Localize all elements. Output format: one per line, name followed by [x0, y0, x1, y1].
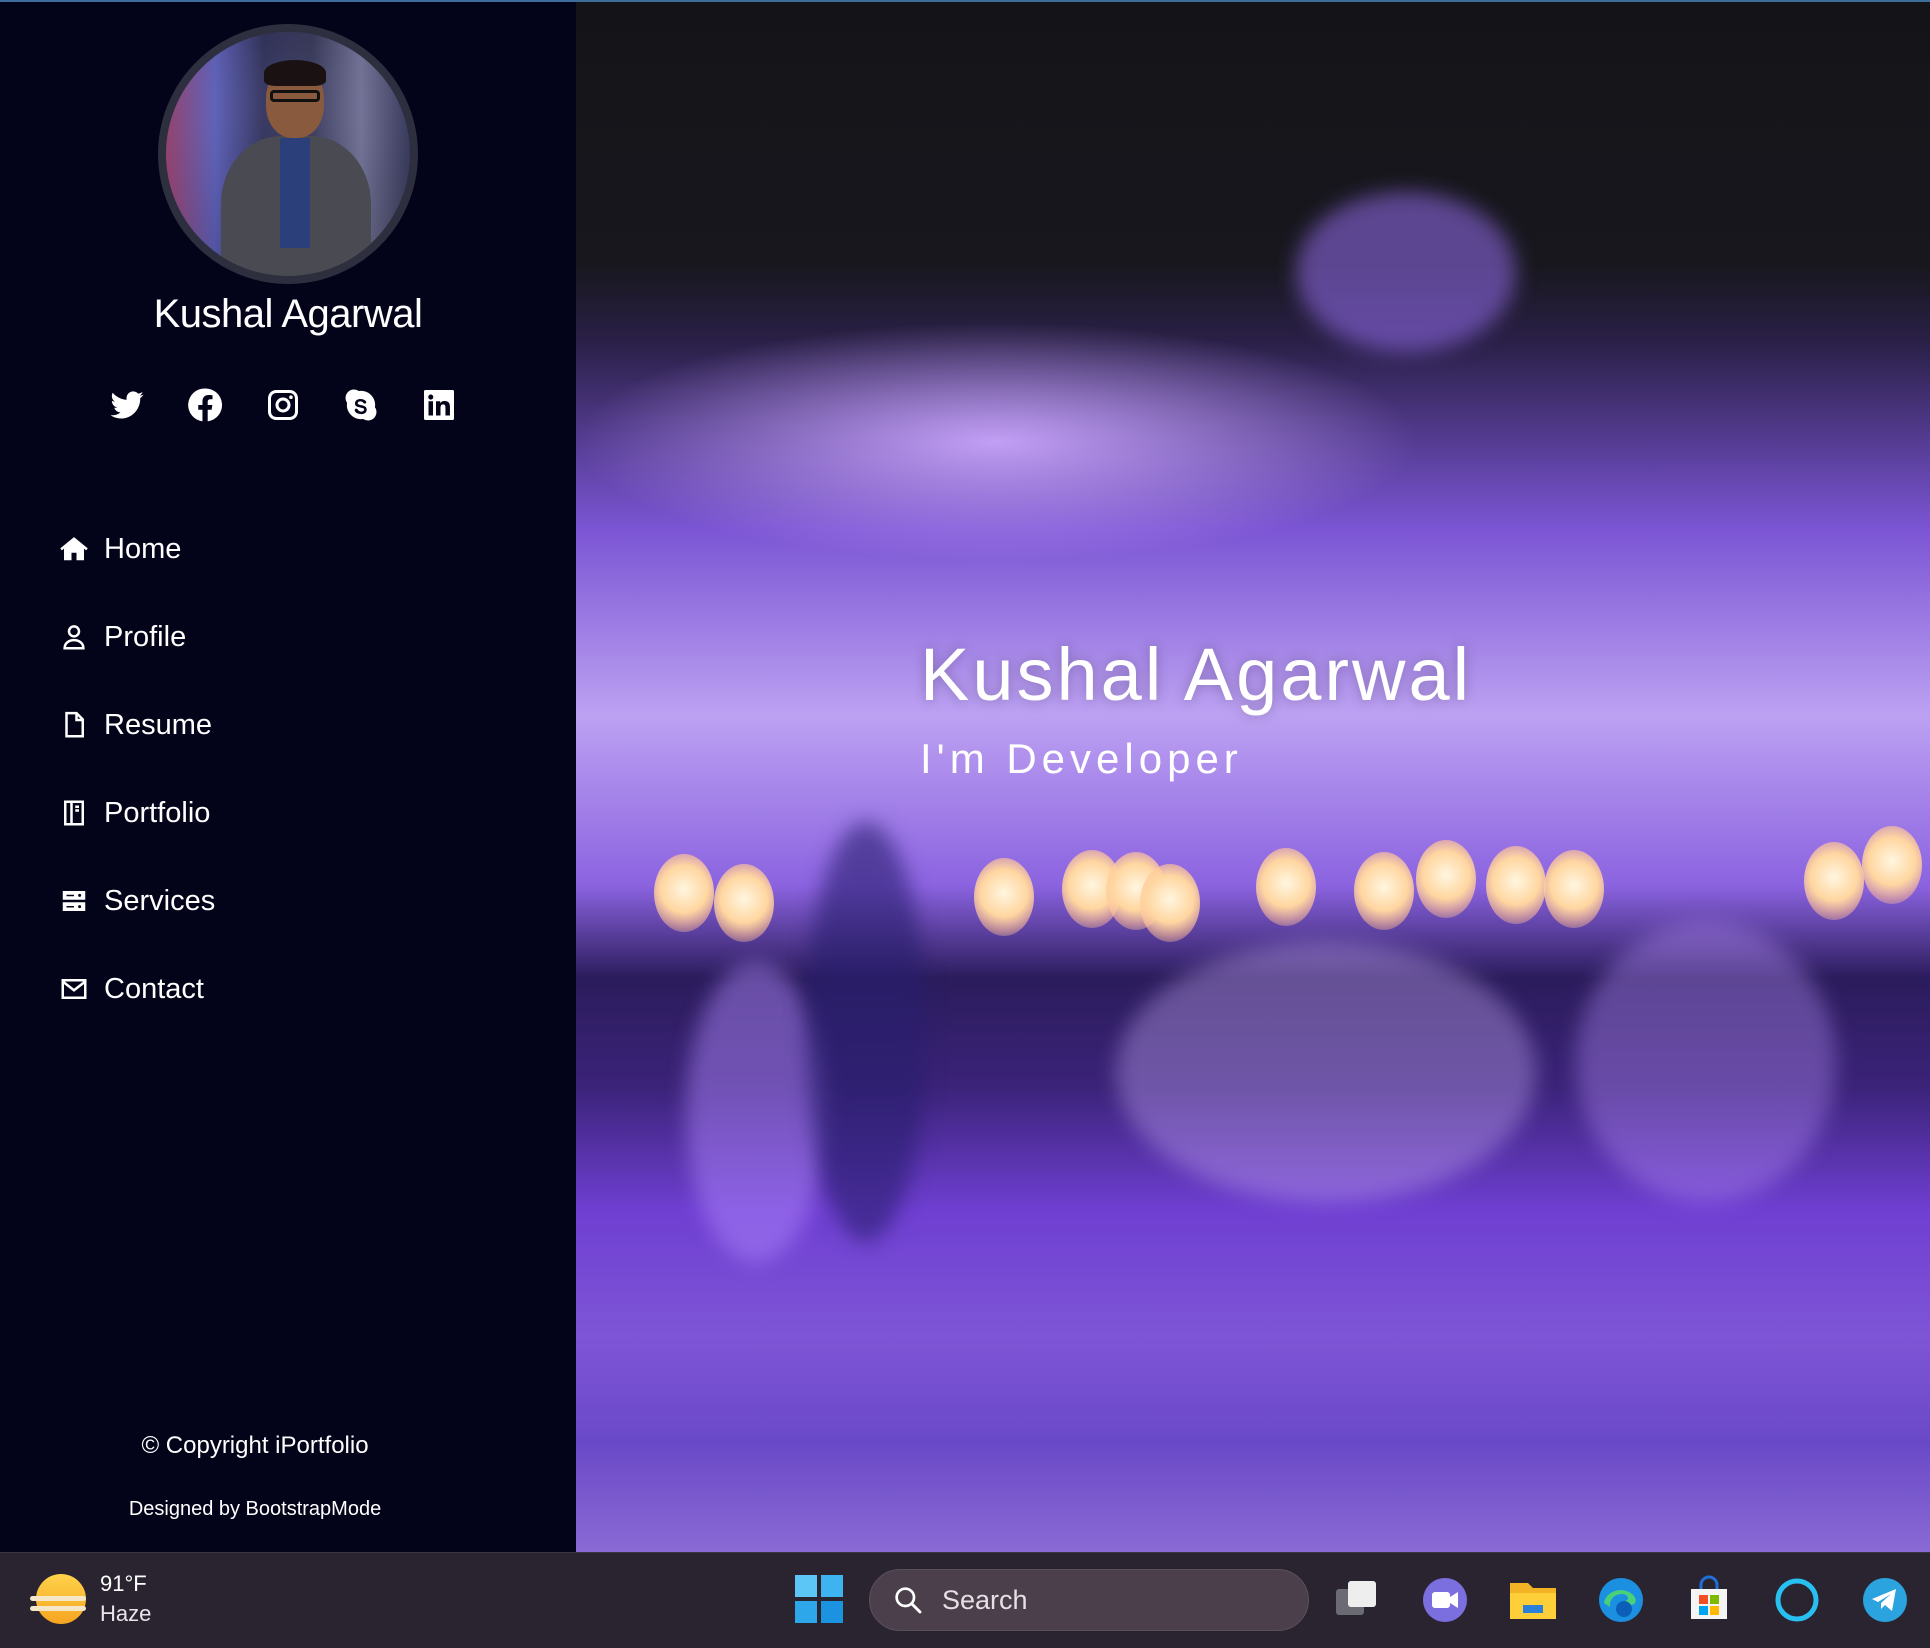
profile-name: Kushal Agarwal [153, 292, 423, 336]
weather-condition: Haze [100, 1601, 152, 1626]
skype-icon[interactable] [342, 386, 380, 424]
facebook-icon[interactable] [186, 386, 224, 424]
edge-icon[interactable] [1594, 1573, 1648, 1627]
avatar [158, 24, 418, 284]
nav-item-contact[interactable]: Contact [56, 945, 215, 1033]
hero-subtitle: I'm Developer [920, 735, 1243, 782]
nav-item-profile[interactable]: Profile [56, 593, 215, 681]
file-explorer-icon[interactable] [1506, 1573, 1560, 1627]
taskbar-search-input[interactable]: Search [869, 1569, 1309, 1631]
bg-blur-crowd [1576, 922, 1836, 1202]
social-links [108, 386, 458, 424]
nav-label: Home [104, 532, 182, 565]
hero-section: Kushal Agarwal I'm Developer [576, 0, 1930, 1552]
user-icon [56, 619, 92, 655]
tent-peak [1296, 192, 1516, 352]
nav-item-home[interactable]: Home [56, 505, 215, 593]
nav-label: Services [104, 884, 216, 917]
search-icon [895, 1587, 922, 1614]
nav-item-services[interactable]: Services [56, 857, 215, 945]
cortana-icon[interactable] [1770, 1573, 1824, 1627]
home-icon [56, 531, 92, 567]
bg-blur-figure [806, 822, 926, 1242]
task-view-icon[interactable] [1330, 1573, 1384, 1627]
haze-icon [30, 1574, 86, 1624]
nav-label: Portfolio [104, 796, 211, 829]
sidebar: Kushal Agarwal Home Profile Resume Portf… [0, 0, 576, 1552]
nav-label: Profile [104, 620, 187, 653]
instagram-icon[interactable] [264, 386, 302, 424]
sidebar-nav: Home Profile Resume Portfolio Services C… [56, 505, 215, 1033]
copyright-text: © Copyright iPortfolio [141, 1432, 369, 1459]
store-icon[interactable] [1682, 1573, 1736, 1627]
weather-temp: 91°F [100, 1571, 147, 1596]
nav-item-resume[interactable]: Resume [56, 681, 215, 769]
hero-title: Kushal Agarwal [920, 633, 1473, 716]
bg-blur-figure [686, 962, 826, 1262]
weather-widget[interactable]: 91°F Haze [30, 1569, 152, 1629]
credits-text: Designed by BootstrapMode [128, 1498, 382, 1520]
linkedin-icon[interactable] [420, 386, 458, 424]
envelope-icon [56, 971, 92, 1007]
meet-icon[interactable] [1418, 1573, 1472, 1627]
bg-blur-crowd [1116, 942, 1536, 1202]
nav-item-portfolio[interactable]: Portfolio [56, 769, 215, 857]
search-placeholder: Search [942, 1584, 1028, 1615]
taskbar: 91°F Haze Search [0, 1552, 1930, 1648]
book-icon [56, 795, 92, 831]
windows-start-icon[interactable] [795, 1575, 843, 1623]
nav-label: Contact [104, 972, 204, 1005]
telegram-icon[interactable] [1858, 1573, 1912, 1627]
file-icon [56, 707, 92, 743]
server-icon [56, 883, 92, 919]
nav-label: Resume [104, 708, 212, 741]
twitter-icon[interactable] [108, 386, 146, 424]
